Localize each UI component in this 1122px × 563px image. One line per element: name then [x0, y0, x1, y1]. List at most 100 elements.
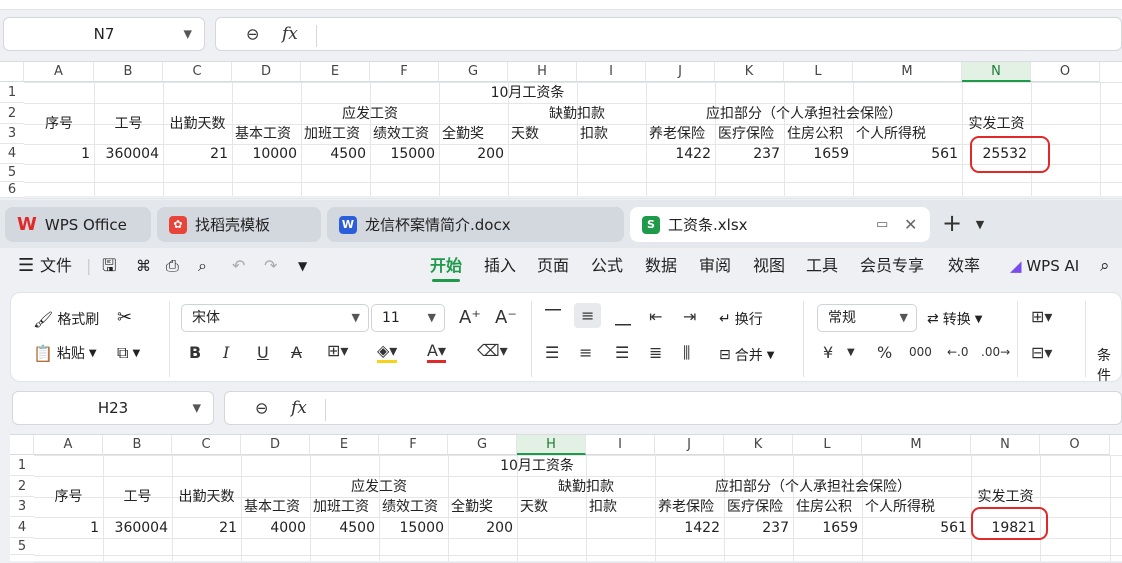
chevron-down-icon[interactable]: ▼ [847, 347, 855, 358]
row-header[interactable]: 1 [10, 455, 34, 476]
column-header[interactable]: B [94, 62, 163, 82]
cell-r4_perf[interactable]: 15000 [379, 518, 448, 538]
increase-decimal-icon[interactable]: ←.0 [947, 345, 969, 359]
name-box[interactable]: H23 ▼ [12, 391, 214, 425]
chevron-down-icon[interactable]: ▼ [184, 28, 192, 41]
save-icon[interactable]: 🖫 [102, 248, 116, 284]
top-name-box[interactable]: N7 ▼ [3, 17, 205, 51]
column-header[interactable]: K [715, 62, 784, 82]
cell-net[interactable]: 实发工资 [971, 487, 1040, 507]
column-header[interactable]: I [586, 435, 655, 455]
cell-days[interactable]: 天数 [508, 124, 577, 144]
cell-title[interactable]: 10月工资条 [34, 456, 1040, 476]
row-header[interactable]: 3 [10, 497, 34, 517]
close-icon[interactable]: ✕ [904, 215, 917, 234]
align-center-icon[interactable]: ≡ [579, 343, 592, 362]
print-icon[interactable]: ⎙ [166, 248, 179, 284]
cell-attend_days[interactable]: 出勤天数 [163, 114, 232, 134]
cell-perf[interactable]: 绩效工资 [379, 497, 448, 517]
cell-emp_no[interactable]: 工号 [103, 487, 172, 507]
cell-deduction[interactable]: 应扣部分（个人承担社会保险） [655, 477, 971, 497]
row-header[interactable]: 1 [0, 82, 24, 103]
chevron-down-icon[interactable]: ▼ [976, 218, 984, 231]
corner-cell[interactable] [10, 435, 34, 455]
cell-r4_days[interactable]: 21 [172, 518, 241, 538]
cell-pension[interactable]: 养老保险 [655, 497, 724, 517]
cell-payable[interactable]: 应发工资 [241, 477, 517, 497]
formula-bar[interactable]: ⊖ fx [224, 391, 1122, 425]
column-header[interactable]: D [241, 435, 310, 455]
convert-button[interactable]: ⇄ 转换 ▼ [927, 309, 982, 329]
chevron-down-icon[interactable]: ▼ [298, 248, 307, 284]
cell-perf[interactable]: 绩效工资 [370, 124, 439, 144]
border-icon[interactable]: ⊞▾ [327, 341, 348, 360]
cell-emp_no[interactable]: 工号 [94, 114, 163, 134]
cell-r4_tax[interactable]: 561 [853, 144, 962, 164]
cell-r4_base[interactable]: 10000 [232, 144, 301, 164]
cell-medical[interactable]: 医疗保险 [724, 497, 793, 517]
cell-style-icon[interactable]: ⊟▾ [1031, 343, 1052, 362]
cell-r4_base[interactable]: 4000 [241, 518, 310, 538]
clear-format-icon[interactable]: ⌫▾ [477, 341, 508, 360]
cell-r4_pension[interactable]: 1422 [655, 518, 724, 538]
row-header[interactable]: 2 [10, 476, 34, 497]
menu-tab-5[interactable]: 审阅 [699, 248, 731, 284]
cell-r4_full[interactable]: 200 [439, 144, 508, 164]
column-header[interactable]: K [724, 435, 793, 455]
underline-icon[interactable]: U [257, 343, 269, 362]
column-header[interactable]: N [962, 62, 1031, 82]
cell-title[interactable]: 10月工资条 [24, 83, 1031, 103]
chevron-down-icon[interactable]: ▼ [132, 348, 140, 359]
column-header[interactable]: J [646, 62, 715, 82]
menu-tab-7[interactable]: 工具 [806, 248, 838, 284]
decrease-font-icon[interactable]: A⁻ [495, 307, 517, 328]
share-icon[interactable]: ⌘ [136, 248, 151, 284]
row-header[interactable]: 6 [0, 182, 24, 198]
column-header[interactable]: D [232, 62, 301, 82]
cell-seq[interactable]: 序号 [34, 487, 103, 507]
cell-absence[interactable]: 缺勤扣款 [517, 477, 655, 497]
cell-overtime[interactable]: 加班工资 [301, 124, 370, 144]
cell-absence[interactable]: 缺勤扣款 [508, 104, 646, 124]
font-size-select[interactable]: 11 ▼ [371, 304, 445, 332]
column-header[interactable]: G [448, 435, 517, 455]
decrease-decimal-icon[interactable]: .00→ [981, 345, 1010, 359]
zoom-icon[interactable]: ⊖ [246, 25, 259, 44]
fx-icon[interactable]: fx [282, 24, 298, 44]
chevron-down-icon[interactable]: ▼ [767, 350, 775, 361]
justify-icon[interactable]: ≣ [649, 343, 662, 362]
column-header[interactable]: O [1040, 435, 1110, 455]
column-header[interactable]: L [784, 62, 853, 82]
indent-decrease-icon[interactable]: ⇤ [649, 307, 662, 326]
cell-income_tax[interactable]: 个人所得税 [853, 124, 962, 144]
row-header[interactable]: 5 [10, 538, 34, 555]
align-middle-icon[interactable]: ≡ [574, 303, 602, 328]
cell-base[interactable]: 基本工资 [232, 124, 301, 144]
column-header[interactable]: H [517, 435, 586, 455]
tab-wps-office[interactable]: W WPS Office [5, 207, 151, 242]
increase-font-icon[interactable]: A⁺ [459, 307, 481, 328]
cell-r4_housing[interactable]: 1659 [784, 144, 853, 164]
column-header[interactable]: B [103, 435, 172, 455]
chevron-down-icon[interactable]: ▼ [352, 305, 360, 331]
format-painter-button[interactable]: 🖌 格式刷 [33, 309, 99, 329]
cell-deduction[interactable]: 应扣部分（个人承担社会保险） [646, 104, 962, 124]
chevron-down-icon[interactable]: ▼ [975, 314, 983, 325]
row-header[interactable]: 3 [0, 124, 24, 144]
top-formula-bar[interactable]: ⊖ fx [215, 17, 1122, 51]
column-header[interactable]: M [862, 435, 971, 455]
cell-r4_medical[interactable]: 237 [724, 518, 793, 538]
row-header[interactable]: 4 [0, 144, 24, 164]
cell-r4_emp[interactable]: 360004 [103, 518, 172, 538]
cell-payable[interactable]: 应发工资 [232, 104, 508, 124]
menu-tab-9[interactable]: 效率 [948, 248, 980, 284]
cell-r4_housing[interactable]: 1659 [793, 518, 862, 538]
merge-button[interactable]: ⊟ 合并 ▼ [719, 345, 774, 365]
menu-tab-1[interactable]: 插入 [484, 248, 516, 284]
strikethrough-icon[interactable]: A [291, 343, 302, 362]
bold-icon[interactable]: B [189, 343, 201, 362]
menu-tab-8[interactable]: 会员专享 [860, 248, 924, 284]
cell-seq[interactable]: 序号 [24, 114, 94, 134]
print-preview-icon[interactable]: ⌕ [198, 248, 207, 284]
fill-color-icon[interactable]: ◈▾ [377, 341, 398, 363]
